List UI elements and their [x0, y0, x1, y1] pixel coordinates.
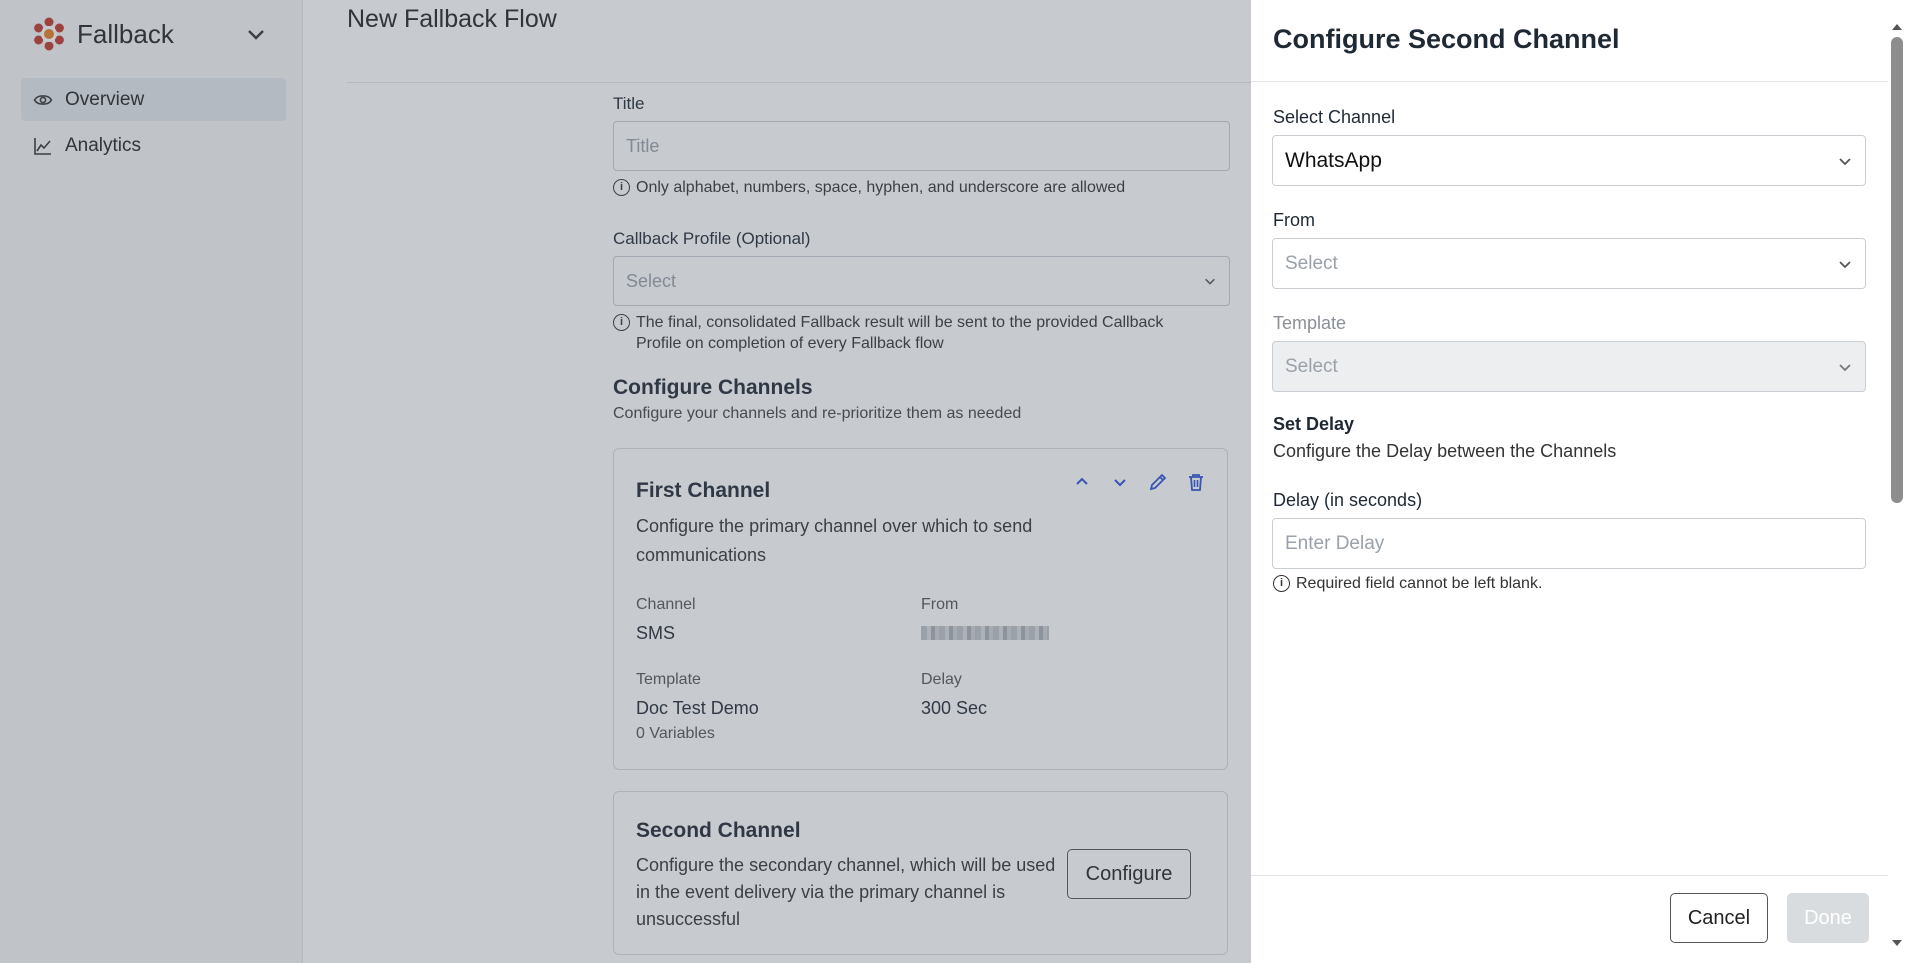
chevron-down-icon: [1839, 261, 1851, 269]
from-select-placeholder: Select: [1285, 252, 1338, 274]
delay-error-text: Required field cannot be left blank.: [1296, 575, 1543, 592]
divider: [1251, 81, 1891, 82]
scroll-up-arrow-icon[interactable]: [1891, 22, 1903, 32]
delay-input[interactable]: Enter Delay: [1272, 518, 1866, 569]
cancel-button[interactable]: Cancel: [1670, 893, 1768, 943]
divider: [1251, 875, 1891, 876]
channel-select-value: WhatsApp: [1285, 148, 1382, 172]
template-label: Template: [1273, 313, 1347, 333]
select-channel-label: Select Channel: [1273, 107, 1396, 127]
info-icon: i: [1273, 575, 1290, 592]
configure-second-channel-panel: Configure Second Channel Select Channel …: [1251, 0, 1912, 963]
channel-select[interactable]: WhatsApp: [1272, 135, 1866, 186]
scroll-down-arrow-icon[interactable]: [1891, 938, 1903, 948]
set-delay-title: Set Delay: [1273, 414, 1355, 434]
done-button[interactable]: Done: [1787, 893, 1869, 943]
set-delay-subtitle: Configure the Delay between the Channels: [1273, 441, 1617, 461]
scrollbar-thumb[interactable]: [1891, 37, 1903, 503]
chevron-down-icon: [1839, 364, 1851, 372]
chevron-down-icon: [1839, 158, 1851, 166]
panel-title: Configure Second Channel: [1273, 24, 1620, 54]
template-select: Select: [1272, 341, 1866, 392]
delay-label: Delay (in seconds): [1273, 490, 1423, 510]
delay-error: i Required field cannot be left blank.: [1273, 573, 1542, 594]
from-label: From: [1273, 210, 1315, 230]
delay-placeholder: Enter Delay: [1285, 532, 1385, 554]
from-select[interactable]: Select: [1272, 238, 1866, 289]
modal-overlay[interactable]: [0, 0, 1251, 963]
template-select-placeholder: Select: [1285, 355, 1338, 377]
